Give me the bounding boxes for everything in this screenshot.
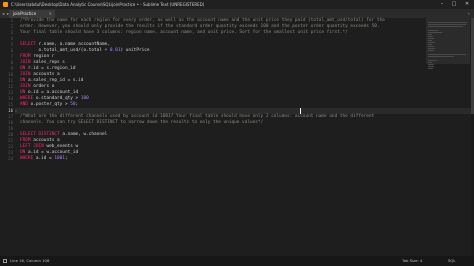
title-bar: C:\Users\abdul\Desktop\Data Analytic Cou… [0,0,474,9]
minimize-button[interactable]: – [436,0,448,9]
minimap[interactable] [426,18,470,256]
line-number-gutter: 1 2 3 4 5 6 7 8 9 10 11 12 13 14 15 16 17 18 19 20 21 22 23 24 [0,18,15,256]
panel-toggle-icon[interactable] [3,259,7,263]
tab-bar: ◀ ▶ joinPractice × ▾ [0,9,474,18]
minimap-line [428,26,463,27]
minimap-line [428,56,454,57]
code-editor[interactable]: 1 2 3 4 5 6 7 8 9 10 11 12 13 14 15 16 17 18 19 20 21 22 23 24 … [0,18,474,256]
tab-size-indicator[interactable]: Tab Size: 4 [402,256,422,266]
text-cursor [300,108,301,114]
minimap-line [428,54,466,55]
minimap-line [428,38,434,39]
comment-line[interactable]: Your final table should have 3 columns: … [20,30,348,36]
cursor-position[interactable]: Line 16, Column 108 [10,256,49,266]
fold-marker-icon[interactable]: ▸ [15,108,18,114]
code-line[interactable]: WHERE a.id = 1001; [20,156,68,162]
minimap-line [428,68,434,69]
minimap-line [428,32,442,33]
window-title: C:\Users\abdul\Desktop\Data Analytic Cou… [11,2,205,7]
minimap-line [428,22,467,23]
minimap-line [428,66,435,67]
status-bar: Line 16, Column 108 Tab Size: 4 SQL [0,256,474,266]
minimap-line [428,62,433,63]
minimap-line [428,24,467,25]
tab-close-icon[interactable]: × [49,10,52,18]
syntax-indicator[interactable]: SQL [448,256,456,266]
tab-label: joinPractice [13,11,37,16]
minimap-line [428,44,432,45]
tab-menu-icon[interactable]: ▾ [468,9,470,18]
minimap-line [428,64,435,65]
minimap-line [428,42,435,43]
sublime-text-icon [3,2,8,7]
comment-line[interactable]: channels. You can try SELECT DISTINCT to… [20,120,263,126]
minimap-line [428,46,435,47]
line-number: 24 [8,156,13,161]
minimap-line [428,30,438,31]
maximize-button[interactable]: □ [448,0,460,9]
code-line[interactable]: AND o.poster_qty > 50; [20,102,78,108]
minimap-line [428,60,438,61]
minimap-line [428,34,432,35]
tab-joinpractice[interactable]: joinPractice × [9,10,55,18]
minimap-line [428,36,433,37]
close-button[interactable]: ✕ [461,0,473,9]
minimap-line [428,48,436,49]
minimap-line [428,40,433,41]
minimap-line [428,50,435,51]
